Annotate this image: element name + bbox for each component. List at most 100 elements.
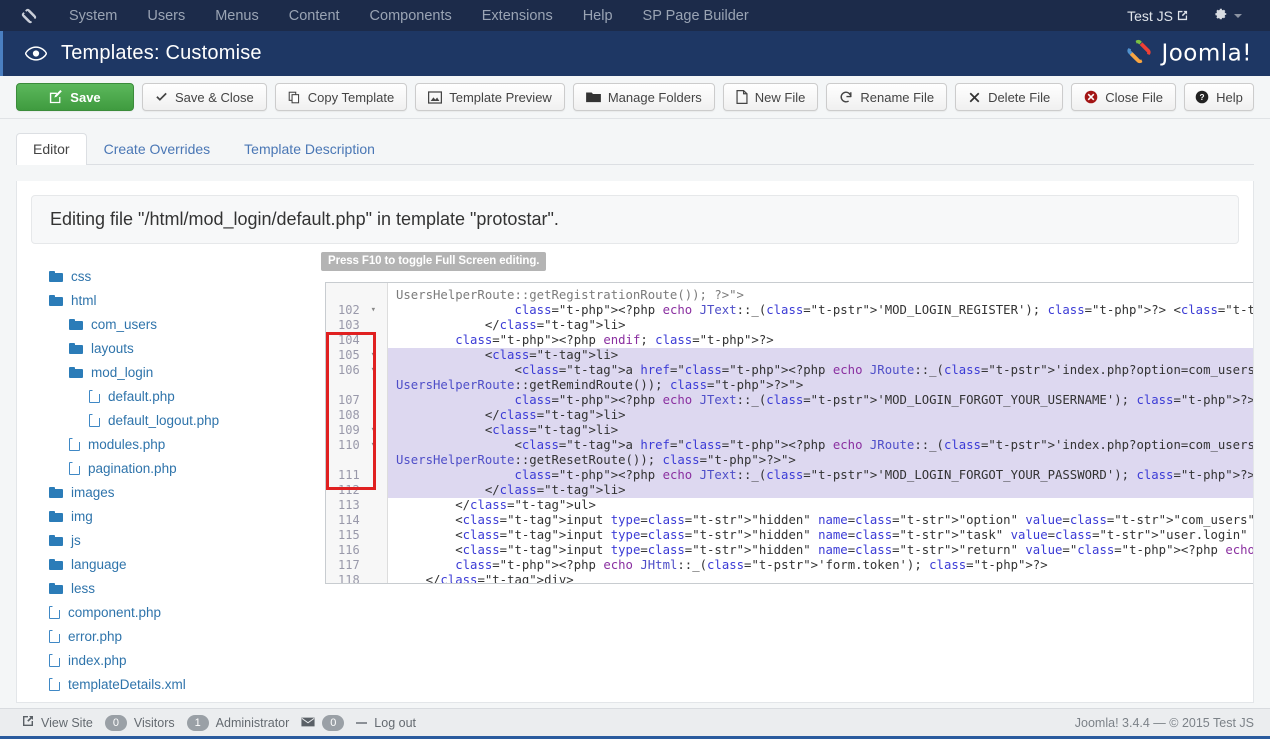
tree-item-css[interactable]: css (49, 264, 321, 288)
code-line: <class="t-tag">input type=class="t-str">… (388, 543, 1254, 558)
menu-item-extensions[interactable]: Extensions (467, 2, 568, 30)
settings-menu[interactable] (1204, 1, 1254, 31)
tree-item-mod-login[interactable]: mod_login (49, 360, 321, 384)
gutter-line: 113 (326, 498, 387, 513)
menu-item-system[interactable]: System (54, 2, 132, 30)
tree-item-default-php[interactable]: default.php (49, 384, 321, 408)
tree-item-less[interactable]: less (49, 576, 321, 600)
code-text-area[interactable]: UsersHelperRoute::getRegistrationRoute()… (388, 283, 1254, 583)
circle-x-icon (1084, 90, 1098, 104)
template-preview-button[interactable]: Template Preview (415, 83, 565, 111)
copy-template-button[interactable]: Copy Template (275, 83, 407, 111)
menu-item-sp-page-builder[interactable]: SP Page Builder (628, 2, 764, 30)
file-icon (69, 462, 80, 475)
menu-item-help[interactable]: Help (568, 2, 628, 30)
tree-item-js[interactable]: js (49, 528, 321, 552)
rename-file-button[interactable]: Rename File (826, 83, 947, 111)
messages-count-badge: 0 (322, 715, 344, 731)
code-line: </class="t-tag">li> (388, 318, 1254, 333)
tree-item-images[interactable]: images (49, 480, 321, 504)
tree-item-label: css (71, 269, 91, 284)
tree-item-label: pagination.php (88, 461, 177, 476)
gutter-line (326, 453, 387, 468)
tree-item-template-details-xml[interactable]: templateDetails.xml (49, 672, 321, 696)
page-header: Templates: Customise Joomla! (0, 31, 1270, 76)
tree-item-language[interactable]: language (49, 552, 321, 576)
tree-item-modules-php[interactable]: modules.php (49, 432, 321, 456)
rename-arrow-icon (839, 90, 853, 104)
tab-create-overrides[interactable]: Create Overrides (87, 133, 228, 165)
user-menu[interactable]: Test JS (1117, 2, 1198, 30)
tree-item-img[interactable]: img (49, 504, 321, 528)
menu-item-components[interactable]: Components (355, 2, 467, 30)
folder-icon (69, 343, 83, 354)
menu-item-menus[interactable]: Menus (200, 2, 274, 30)
copy-icon (288, 91, 301, 104)
status-bar: View Site 0 Visitors 1 Administrator 0 L… (0, 708, 1270, 739)
fold-arrow-icon[interactable]: ▾ (371, 438, 376, 453)
help-button[interactable]: ? Help (1184, 83, 1254, 111)
file-icon (736, 90, 748, 104)
code-line: <class="t-tag">input type=class="t-str">… (388, 528, 1254, 543)
menu-item-users[interactable]: Users (132, 2, 200, 30)
admin-top-menu-bar: System Users Menus Content Components Ex… (0, 0, 1270, 31)
code-line: class="t-php"><?php echo JHtml::_(class=… (388, 558, 1254, 573)
folder-icon (49, 295, 63, 306)
visitors-label: Visitors (134, 716, 175, 730)
gutter-line (326, 378, 387, 393)
tree-item-label: com_users (91, 317, 157, 332)
tree-item-label: js (71, 533, 81, 548)
editor-body-row: css html com_users layouts mod_login def… (17, 244, 1253, 703)
joomla-logo-text: Joomla! (1161, 41, 1252, 67)
code-editor[interactable]: 102▾ 103 104 105▾ 106▾ 107 108 109▾ 110▾… (325, 282, 1254, 584)
top-menu-items: System Users Menus Content Components Ex… (54, 2, 764, 30)
view-site-label: View Site (41, 716, 93, 730)
fold-arrow-icon[interactable]: ▾ (371, 303, 376, 318)
fold-arrow-icon[interactable]: ▾ (371, 423, 376, 438)
tree-item-html[interactable]: html (49, 288, 321, 312)
rename-file-label: Rename File (860, 90, 934, 105)
gutter-line (326, 288, 387, 303)
gutter-line: 102▾ (326, 303, 387, 318)
check-icon (155, 91, 168, 104)
tab-editor[interactable]: Editor (16, 133, 87, 165)
fold-arrow-icon[interactable]: ▾ (371, 348, 376, 363)
eye-icon (25, 46, 47, 61)
close-file-button[interactable]: Close File (1071, 83, 1176, 111)
editor-panel: Editing file "/html/mod_login/default.ph… (16, 181, 1254, 703)
manage-folders-button[interactable]: Manage Folders (573, 83, 715, 111)
joomla-brand-icon[interactable] (18, 5, 40, 27)
tree-item-index-php[interactable]: index.php (49, 648, 321, 672)
logout-link[interactable]: Log out (356, 716, 416, 730)
menu-item-content[interactable]: Content (274, 2, 355, 30)
external-link-icon (1177, 8, 1188, 24)
tree-item-layouts[interactable]: layouts (49, 336, 321, 360)
gear-icon (1214, 7, 1228, 25)
folder-icon (49, 271, 63, 282)
tree-item-label: error.php (68, 629, 122, 644)
tree-item-component-php[interactable]: component.php (49, 600, 321, 624)
fold-arrow-icon[interactable]: ▾ (371, 363, 376, 378)
save-and-close-button[interactable]: Save & Close (142, 83, 267, 111)
file-icon (49, 630, 60, 643)
gutter-line: 109▾ (326, 423, 387, 438)
view-site-link[interactable]: View Site (22, 715, 93, 730)
user-name-label: Test JS (1127, 8, 1173, 24)
tree-item-com-users[interactable]: com_users (49, 312, 321, 336)
tree-item-label: layouts (91, 341, 134, 356)
joomla-logo-icon (1124, 36, 1154, 71)
gutter-line: 103 (326, 318, 387, 333)
tab-template-description[interactable]: Template Description (227, 133, 392, 165)
file-icon (89, 414, 100, 427)
tree-item-error-php[interactable]: error.php (49, 624, 321, 648)
new-file-label: New File (755, 90, 806, 105)
tree-item-label: modules.php (88, 437, 165, 452)
delete-file-button[interactable]: Delete File (955, 83, 1063, 111)
new-file-button[interactable]: New File (723, 83, 819, 111)
save-button[interactable]: Save (16, 83, 134, 111)
chevron-down-icon (1234, 14, 1242, 18)
visitors-status: 0 Visitors (105, 715, 175, 731)
tree-item-default-logout-php[interactable]: default_logout.php (49, 408, 321, 432)
messages-status[interactable]: 0 (301, 715, 344, 731)
tree-item-pagination-php[interactable]: pagination.php (49, 456, 321, 480)
